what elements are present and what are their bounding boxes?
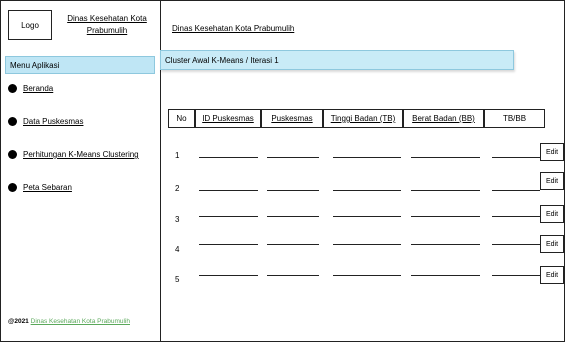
edit-button[interactable]: Edit xyxy=(540,205,564,223)
cell-line xyxy=(333,190,401,191)
bullet-icon xyxy=(8,183,17,192)
cell-line xyxy=(333,157,401,158)
edit-button[interactable]: Edit xyxy=(540,143,564,161)
cell-line xyxy=(411,216,480,217)
cell-line xyxy=(333,244,401,245)
sidebar-item-label: Beranda xyxy=(23,84,54,93)
cluster-title-bar: Cluster Awal K-Means / Iterasi 1 xyxy=(160,50,514,70)
bullet-icon xyxy=(8,117,17,126)
bullet-icon xyxy=(8,150,17,159)
cell-line xyxy=(492,190,540,191)
sidebar-item-data-puskesmas[interactable]: Data Puskesmas xyxy=(8,117,83,126)
column-header-label: No xyxy=(176,114,187,123)
page-title: Dinas Kesehatan Kota Prabumulih xyxy=(172,24,295,33)
cell-line xyxy=(267,190,319,191)
cell-line xyxy=(267,244,319,245)
cell-line xyxy=(267,157,319,158)
column-header-id-puskesmas: ID Puskesmas xyxy=(195,109,261,128)
sidebar-item-beranda[interactable]: Beranda xyxy=(8,84,53,93)
cell-line xyxy=(333,275,401,276)
cell-line xyxy=(411,190,480,191)
row-number: 3 xyxy=(175,215,180,224)
cell-line xyxy=(492,157,540,158)
row-number: 4 xyxy=(175,245,180,254)
cell-line xyxy=(333,216,401,217)
bullet-icon xyxy=(8,84,17,93)
column-header-label: TB/BB xyxy=(502,114,527,123)
sidebar-item-label: Perhitungan K-Means Clustering xyxy=(23,150,139,159)
cell-line xyxy=(199,275,258,276)
footer-prefix: @2021 xyxy=(8,318,29,325)
cell-line xyxy=(199,244,258,245)
edit-button[interactable]: Edit xyxy=(540,172,564,190)
cell-line xyxy=(267,275,319,276)
row-number: 1 xyxy=(175,151,180,160)
column-header-no: No xyxy=(168,109,195,128)
row-number: 2 xyxy=(175,184,180,193)
column-header-label: Puskesmas xyxy=(271,114,313,123)
sidebar-item-label: Data Puskesmas xyxy=(23,117,84,126)
cell-line xyxy=(199,190,258,191)
footer-link[interactable]: Dinas Kesehatan Kota Prabumulih xyxy=(31,318,130,325)
edit-button[interactable]: Edit xyxy=(540,235,564,253)
menu-title: Menu Aplikasi xyxy=(5,56,155,74)
column-header-label: Berat Badan (BB) xyxy=(412,114,475,123)
cell-line xyxy=(492,244,540,245)
sidebar-item-peta-sebaran[interactable]: Peta Sebaran xyxy=(8,183,72,192)
cell-line xyxy=(267,216,319,217)
sidebar-item-label: Peta Sebaran xyxy=(23,183,72,192)
app-title: Dinas Kesehatan Kota Prabumulih xyxy=(67,14,147,35)
edit-button[interactable]: Edit xyxy=(540,266,564,284)
cell-line xyxy=(492,275,540,276)
cell-line xyxy=(199,157,258,158)
cell-line xyxy=(492,216,540,217)
cell-line xyxy=(411,275,480,276)
row-number: 5 xyxy=(175,275,180,284)
footer: @2021 Dinas Kesehatan Kota Prabumulih xyxy=(8,318,130,325)
column-header-label: ID Puskesmas xyxy=(202,114,254,123)
logo: Logo xyxy=(8,10,52,40)
column-header-tb-bb: TB/BB xyxy=(484,109,545,128)
sidebar-item-perhitungan[interactable]: Perhitungan K-Means Clustering xyxy=(8,150,139,159)
cell-line xyxy=(199,216,258,217)
cell-line xyxy=(411,244,480,245)
column-header-tinggi-badan: Tinggi Badan (TB) xyxy=(323,109,403,128)
column-header-label: Tinggi Badan (TB) xyxy=(330,114,396,123)
cell-line xyxy=(411,157,480,158)
column-header-puskesmas: Puskesmas xyxy=(261,109,323,128)
column-header-berat-badan: Berat Badan (BB) xyxy=(403,109,484,128)
sidebar: Logo Dinas Kesehatan Kota Prabumulih Men… xyxy=(0,0,161,342)
